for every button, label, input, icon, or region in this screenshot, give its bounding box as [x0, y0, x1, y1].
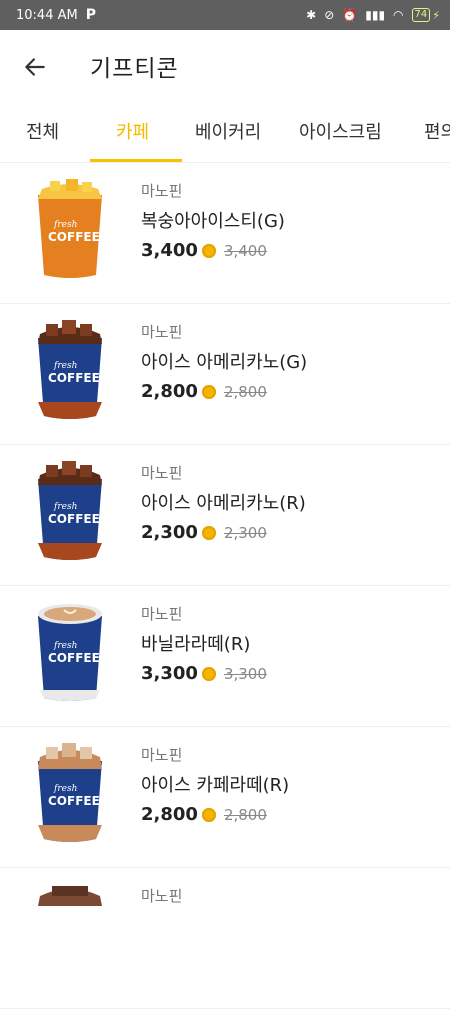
sale-price: 3,400 [141, 240, 198, 261]
price-row: 3,300 3,300 [141, 663, 267, 684]
brand-label: 마노핀 [141, 746, 183, 764]
svg-text:COFFEE: COFFEE [48, 651, 100, 665]
coin-icon [201, 384, 216, 399]
brand-label: 마노핀 [141, 182, 183, 200]
app-bar: 기프티콘 [0, 30, 450, 102]
price-row: 3,400 3,400 [141, 240, 267, 261]
tab-bakery[interactable]: 베이커리 [195, 118, 261, 144]
coin-icon [201, 243, 216, 258]
original-price: 2,300 [223, 523, 267, 542]
list-item[interactable]: fresh COFFEE 마노핀 아이스 아메리카노(G) 2,800 2,80… [0, 304, 450, 445]
list-item[interactable]: fresh COFFEE 마노핀 아이스 아메리카노(R) 2,300 2,30… [0, 445, 450, 586]
brand-label: 마노핀 [141, 605, 183, 623]
product-name: 복숭아아이스티(G) [141, 211, 285, 232]
tab-cafe[interactable]: 카페 [116, 118, 149, 144]
brand-label: 마노핀 [141, 887, 183, 905]
svg-text:fresh: fresh [53, 361, 77, 371]
svg-text:fresh: fresh [53, 502, 77, 512]
svg-text:fresh: fresh [53, 641, 77, 651]
svg-text:COFFEE: COFFEE [48, 512, 100, 526]
svg-text:COFFEE: COFFEE [48, 794, 100, 808]
product-list: fresh COFFEE 마노핀 복숭아아이스티(G) 3,400 3,400 … [0, 163, 450, 1009]
svg-text:fresh: fresh [53, 784, 77, 794]
list-item[interactable]: fresh COFFEE 마노핀 바닐라라떼(R) 3,300 3,300 [0, 586, 450, 727]
tab-convenience[interactable]: 편의 [424, 118, 450, 144]
price-row: 2,800 2,800 [141, 804, 267, 825]
product-name: 바닐라라떼(R) [141, 634, 251, 655]
signal-icon: ▮▮▮ [365, 8, 386, 22]
svg-text:fresh: fresh [53, 220, 77, 230]
battery-level: 74 [411, 8, 431, 22]
list-item[interactable]: 마노핀 [0, 868, 450, 1009]
app-notification-icon: P [85, 7, 96, 23]
coin-icon [201, 666, 216, 681]
category-tabs: 전체 카페 베이커리 아이스크림 편의 [0, 102, 450, 163]
brand-label: 마노핀 [141, 323, 183, 341]
bluetooth-icon: ✱ [306, 8, 317, 22]
original-price: 2,800 [223, 382, 267, 401]
wifi-icon: ◠ [393, 8, 404, 22]
mute-icon: ⊘ [324, 8, 335, 22]
price-row: 2,300 2,300 [141, 522, 267, 543]
brand-label: 마노핀 [141, 464, 183, 482]
original-price: 3,400 [223, 241, 267, 260]
status-bar: 10:44 AM P ✱ ⊘ ⏰ ▮▮▮ ◠ 74 ⚡ [0, 0, 450, 30]
svg-text:COFFEE: COFFEE [48, 230, 100, 244]
tab-icecream[interactable]: 아이스크림 [299, 118, 382, 144]
original-price: 3,300 [223, 664, 267, 683]
sale-price: 3,300 [141, 663, 198, 684]
iced-americano-cup-icon: fresh COFFEE [38, 461, 102, 560]
product-name: 아이스 카페라떼(R) [141, 775, 290, 796]
peach-iced-tea-cup-icon: fresh COFFEE [38, 179, 102, 278]
active-tab-indicator [90, 159, 182, 162]
iced-americano-cup-icon: fresh COFFEE [38, 320, 102, 419]
hot-latte-cup-icon: fresh COFFEE [38, 604, 102, 701]
status-time: 10:44 AM [16, 7, 78, 23]
sale-price: 2,800 [141, 804, 198, 825]
product-name: 아이스 아메리카노(R) [141, 493, 306, 514]
tab-all[interactable]: 전체 [26, 118, 59, 144]
svg-text:COFFEE: COFFEE [48, 371, 100, 385]
sale-price: 2,300 [141, 522, 198, 543]
coin-icon [201, 807, 216, 822]
coin-icon [201, 525, 216, 540]
page-title: 기프티콘 [90, 56, 179, 82]
alarm-icon: ⏰ [342, 8, 358, 22]
original-price: 2,800 [223, 805, 267, 824]
back-arrow-icon[interactable] [22, 54, 48, 80]
battery-icon: 74 ⚡ [411, 8, 440, 22]
price-row: 2,800 2,800 [141, 381, 267, 402]
product-name: 아이스 아메리카노(G) [141, 352, 308, 373]
list-item[interactable]: fresh COFFEE 마노핀 아이스 카페라떼(R) 2,800 2,800 [0, 727, 450, 868]
drink-cup-icon [38, 886, 102, 906]
list-item[interactable]: fresh COFFEE 마노핀 복숭아아이스티(G) 3,400 3,400 [0, 163, 450, 304]
iced-latte-cup-icon: fresh COFFEE [38, 743, 102, 842]
sale-price: 2,800 [141, 381, 198, 402]
